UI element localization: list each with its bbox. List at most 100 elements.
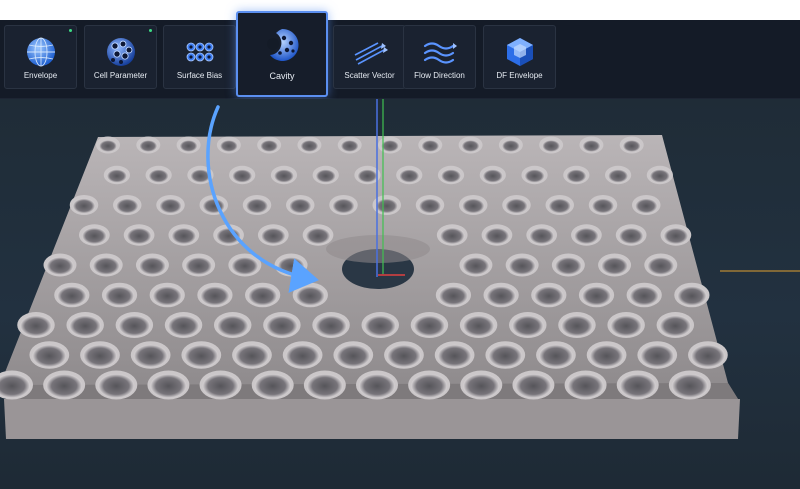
lattice-pore — [235, 344, 269, 368]
tool-label: Flow Direction — [414, 71, 465, 80]
tool-label: Cavity — [269, 71, 295, 81]
globe-icon — [26, 37, 55, 67]
lattice-pore — [216, 315, 249, 337]
lattice-pore — [83, 344, 117, 368]
lattice-pore — [607, 169, 629, 183]
lattice-pore — [534, 286, 564, 306]
lattice-pore — [515, 374, 552, 398]
3d-viewport[interactable] — [0, 99, 800, 489]
lattice-pore — [185, 257, 213, 275]
lattice-pore — [159, 198, 182, 214]
lattice-pore — [295, 286, 325, 306]
lattice-pore — [438, 286, 469, 306]
tool-label: Surface Bias — [176, 71, 223, 80]
lattice-pore — [106, 169, 128, 183]
lattice-pore — [484, 227, 510, 245]
tool-surface-bias-button[interactable]: Surface Bias — [163, 25, 236, 89]
lattice-pore — [413, 315, 446, 337]
lattice-pore — [232, 169, 253, 183]
lattice-pore — [508, 257, 536, 275]
lattice-pore — [582, 140, 601, 152]
tool-cavity-button[interactable]: Cavity — [236, 11, 328, 97]
lattice-pore — [387, 344, 421, 368]
lattice-pore — [285, 344, 320, 368]
lattice-pore — [57, 286, 87, 306]
lattice-pore — [567, 374, 604, 398]
tool-label: Cell Parameter — [93, 71, 148, 80]
lattice-pore — [219, 140, 238, 152]
lattice-pore — [118, 315, 151, 337]
lattice-pore — [254, 374, 291, 398]
lattice-pore — [148, 169, 169, 183]
top-margin — [0, 0, 800, 20]
lattice-pore — [260, 227, 286, 245]
lattice-pore — [150, 374, 187, 398]
active-indicator-dot — [149, 29, 152, 32]
lattice-pore — [273, 169, 295, 183]
lattice-pore — [663, 227, 689, 245]
lattice-pore — [581, 286, 612, 306]
lattice-pore — [381, 140, 399, 152]
lattice-pore — [691, 344, 725, 368]
lattice-pore — [300, 140, 319, 152]
lattice-pore — [69, 315, 101, 337]
lattice-pore — [245, 198, 269, 214]
lattice-pore — [138, 257, 166, 275]
tool-label: DF Envelope — [496, 71, 543, 80]
lattice-pore — [340, 140, 359, 152]
toolbar: Envelope Cell Parameter Surface Bias Cav… — [0, 11, 800, 99]
lattice-pore — [629, 286, 659, 306]
df-envelope-icon — [506, 38, 533, 66]
tool-flow-direction-button[interactable]: Flow Direction — [403, 25, 476, 89]
lattice-pore — [184, 344, 219, 368]
tool-scatter-vector-button[interactable]: Scatter Vector — [333, 25, 406, 89]
lattice-pore — [554, 257, 582, 275]
flow-direction-icon — [423, 42, 457, 64]
lattice-pore — [126, 227, 152, 245]
tool-envelope-button[interactable]: Envelope — [4, 25, 77, 89]
lattice-pore — [542, 140, 561, 152]
lattice-pore — [421, 140, 440, 152]
lattice-pore — [133, 344, 168, 368]
lattice-pore — [92, 257, 120, 275]
lattice-pore — [20, 315, 52, 337]
scatter-vector-icon — [354, 42, 388, 65]
lattice-pore — [202, 374, 239, 398]
lattice-pore — [618, 227, 644, 245]
lattice-sphere-icon — [106, 38, 135, 66]
lattice-pore — [462, 257, 490, 275]
lattice-pore — [463, 374, 500, 398]
lattice-pore — [635, 198, 658, 214]
lattice-pore — [399, 169, 420, 183]
lattice-pore — [501, 140, 520, 152]
lattice-pore — [32, 344, 67, 368]
lattice-pore — [364, 315, 396, 337]
lattice-block-icon — [186, 42, 213, 62]
lattice-pore — [647, 257, 675, 275]
lattice-pore — [461, 140, 480, 152]
lattice-pore — [601, 257, 629, 275]
lattice-pore — [179, 140, 198, 152]
lattice-pore — [659, 315, 692, 337]
lattice-pore — [289, 198, 312, 214]
lattice-pore — [375, 198, 398, 214]
tool-df-envelope-button[interactable]: DF Envelope — [483, 25, 556, 89]
lattice-pore — [81, 227, 107, 245]
lattice-pore — [640, 344, 675, 368]
lattice-pore — [332, 198, 355, 214]
lattice-pore — [505, 198, 528, 214]
lattice-pore — [649, 169, 670, 183]
lattice-pore — [437, 344, 472, 368]
lattice-pore — [574, 227, 599, 245]
lattice-pore — [524, 169, 545, 183]
lattice-pore — [200, 286, 230, 306]
lattice-pore — [315, 169, 336, 183]
lattice-pore — [46, 374, 83, 398]
lattice-pore — [171, 227, 197, 245]
tool-cell-parameter-button[interactable]: Cell Parameter — [84, 25, 157, 89]
lattice-pore — [260, 140, 279, 152]
lattice-pore — [482, 169, 503, 183]
lattice-pore — [336, 344, 371, 368]
lattice-pore — [591, 198, 615, 214]
lattice-pore — [418, 198, 442, 214]
